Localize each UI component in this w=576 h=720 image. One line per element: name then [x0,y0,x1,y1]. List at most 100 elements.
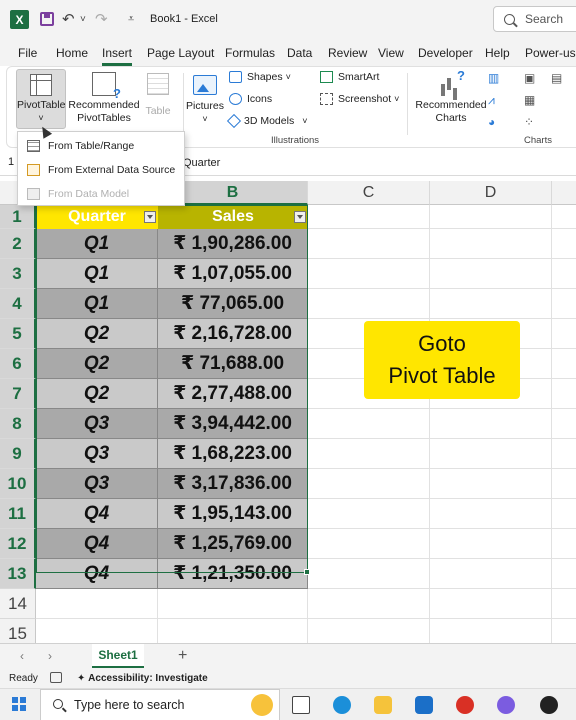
cell-c14[interactable] [308,589,430,619]
search-box[interactable]: Search [493,6,576,32]
cell-c2[interactable] [308,229,430,259]
chevron-down-icon[interactable]: ˅ [17,112,65,125]
sales-cell[interactable]: ₹ 1,25,769.00 [158,529,308,559]
cell-a14[interactable] [36,589,158,619]
tab-data[interactable]: Data [287,46,312,60]
sheet-scroll-right-icon[interactable]: › [48,649,52,663]
recommended-charts-button[interactable]: Recommended Charts [415,68,487,125]
quarter-cell[interactable]: Q3 [36,469,158,499]
tab-review[interactable]: Review [328,46,367,60]
line-chart-icon[interactable]: ⩘ [488,93,504,107]
cell-a15[interactable] [36,619,158,643]
row-header-1[interactable]: 1 [0,205,36,229]
cell-b15[interactable] [158,619,308,643]
cell-d12[interactable] [430,529,552,559]
icons-button[interactable]: Icons [229,93,272,105]
hierarchy-chart-icon[interactable]: ▣ [524,71,540,85]
pie-chart-icon[interactable]: ◕ [488,115,504,129]
cell-c10[interactable] [308,469,430,499]
row-header-2[interactable]: 2 [0,229,36,259]
cell-d11[interactable] [430,499,552,529]
cell-d13[interactable] [430,559,552,589]
cell-c8[interactable] [308,409,430,439]
cell-c3[interactable] [308,259,430,289]
row-header-14[interactable]: 14 [0,589,36,619]
cell-d15[interactable] [430,619,552,643]
macro-recording-icon[interactable] [50,672,62,683]
row-header-8[interactable]: 8 [0,409,36,439]
tab-help[interactable]: Help [485,46,510,60]
pivottable-button[interactable]: PivotTable ˅ [16,69,66,129]
sales-cell[interactable]: ₹ 3,17,836.00 [158,469,308,499]
row-header-9[interactable]: 9 [0,439,36,469]
cell-c11[interactable] [308,499,430,529]
cell-e14[interactable] [552,589,576,619]
cell-c9[interactable] [308,439,430,469]
quarter-cell[interactable]: Q4 [36,559,158,589]
quarter-cell[interactable]: Q4 [36,499,158,529]
tab-file[interactable]: File [18,46,37,60]
scatter-chart-icon[interactable]: ⁘ [524,115,540,129]
tab-view[interactable]: View [378,46,404,60]
app-icon[interactable] [540,696,558,714]
column-header-c[interactable]: C [308,181,430,205]
undo-dropdown-icon[interactable]: ˅ [80,14,86,25]
tab-formulas[interactable]: Formulas [225,46,275,60]
tab-developer[interactable]: Developer [418,46,473,60]
row-header-12[interactable]: 12 [0,529,36,559]
edge-browser-icon[interactable] [333,696,351,714]
3d-models-button[interactable]: 3D Models ˅ [226,113,307,129]
quarter-cell[interactable]: Q3 [36,439,158,469]
quarter-cell[interactable]: Q4 [36,529,158,559]
cell-c13[interactable] [308,559,430,589]
customize-toolbar-icon[interactable]: ⩡ [128,13,134,26]
header-cell-quarter[interactable]: Quarter [36,205,158,229]
menu-item-from-external-data-source[interactable]: From External Data Source [18,158,184,182]
sales-cell[interactable]: ₹ 1,95,143.00 [158,499,308,529]
sales-cell[interactable]: ₹ 1,07,055.00 [158,259,308,289]
quarter-cell[interactable]: Q3 [36,409,158,439]
cell-e1[interactable] [552,205,576,229]
quarter-cell[interactable]: Q1 [36,229,158,259]
row-header-7[interactable]: 7 [0,379,36,409]
cell-d4[interactable] [430,289,552,319]
sales-cell[interactable]: ₹ 71,688.00 [158,349,308,379]
row-header-15[interactable]: 15 [0,619,36,643]
waterfall-chart-icon[interactable]: ▤ [551,71,567,85]
sales-cell[interactable]: ₹ 77,065.00 [158,289,308,319]
quarter-cell[interactable]: Q2 [36,349,158,379]
task-view-icon[interactable] [292,696,310,714]
sales-cell[interactable]: ₹ 2,77,488.00 [158,379,308,409]
filter-dropdown-icon[interactable] [294,211,306,223]
sales-cell[interactable]: ₹ 1,68,223.00 [158,439,308,469]
cell-e7[interactable] [552,379,576,409]
sales-cell[interactable]: ₹ 3,94,442.00 [158,409,308,439]
statistic-chart-icon[interactable]: ▦ [524,93,540,107]
cell-e15[interactable] [552,619,576,643]
row-header-13[interactable]: 13 [0,559,36,589]
cell-c1[interactable] [308,205,430,229]
row-header-11[interactable]: 11 [0,499,36,529]
quarter-cell[interactable]: Q1 [36,289,158,319]
quarter-cell[interactable]: Q1 [36,259,158,289]
recommended-pivottables-button[interactable]: Recommended PivotTables [68,69,140,125]
sheet-tab-sheet1[interactable]: Sheet1 [92,644,144,668]
cell-e4[interactable] [552,289,576,319]
pictures-button[interactable]: Pictures ˅ [183,71,227,126]
row-header-4[interactable]: 4 [0,289,36,319]
cell-e2[interactable] [552,229,576,259]
cell-d9[interactable] [430,439,552,469]
cell-e6[interactable] [552,349,576,379]
cell-c15[interactable] [308,619,430,643]
cell-e5[interactable] [552,319,576,349]
sales-cell[interactable]: ₹ 2,16,728.00 [158,319,308,349]
table-button[interactable]: Table [143,69,173,118]
cell-e3[interactable] [552,259,576,289]
cell-e8[interactable] [552,409,576,439]
copilot-icon[interactable] [497,696,515,714]
cell-e13[interactable] [552,559,576,589]
sheet-scroll-left-icon[interactable]: ‹ [20,649,24,663]
cell-d10[interactable] [430,469,552,499]
row-header-5[interactable]: 5 [0,319,36,349]
column-chart-icon[interactable]: ▥ [488,71,504,85]
